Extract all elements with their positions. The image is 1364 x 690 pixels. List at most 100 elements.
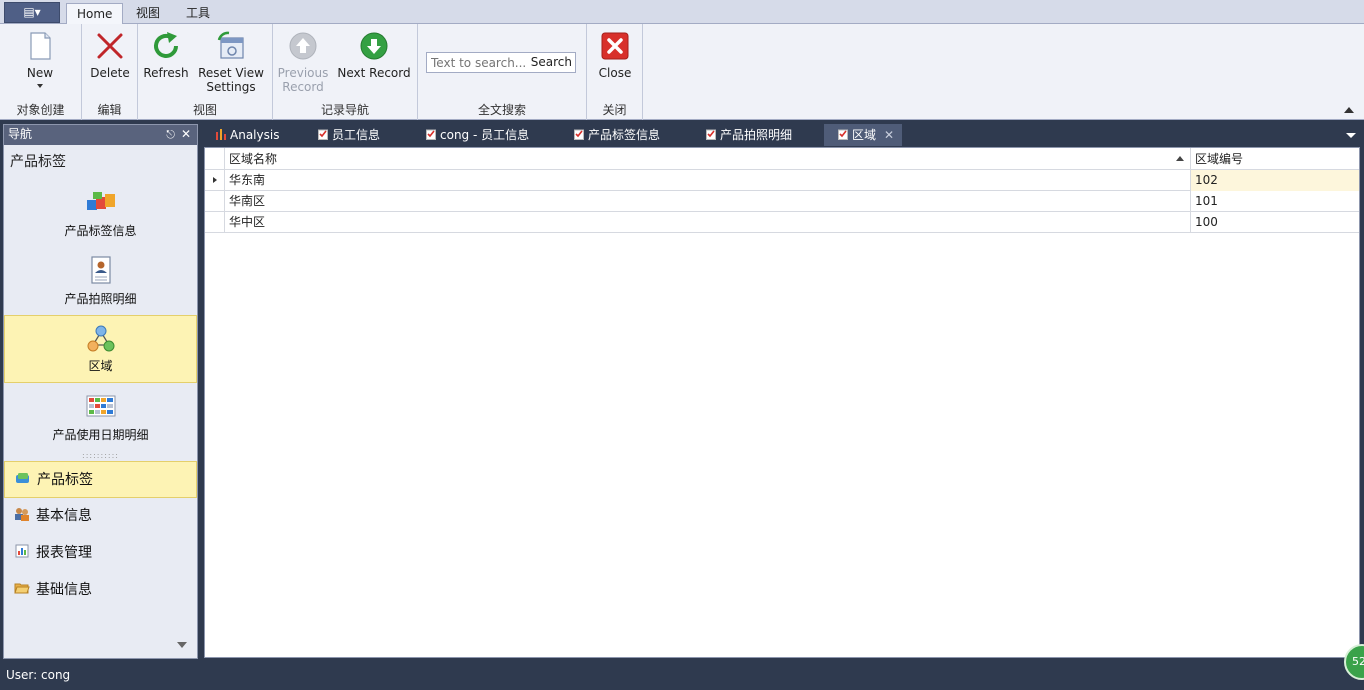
ribbon-tab-tools[interactable]: 工具: [176, 3, 220, 24]
cell-region-code[interactable]: 102: [1190, 170, 1359, 191]
doc-tab-label: 员工信息: [332, 128, 381, 142]
column-header-label: 区域名称: [229, 152, 278, 166]
doc-tab-employee-info[interactable]: 员工信息: [316, 124, 380, 146]
previous-record-button[interactable]: Previous Record: [277, 28, 329, 94]
search-button[interactable]: Search: [531, 54, 572, 71]
nav-group-title: 产品标签: [10, 154, 66, 170]
reset-view-icon: [217, 31, 244, 59]
chart-icon: [216, 129, 226, 140]
column-header-region-code[interactable]: 区域编号: [1190, 148, 1359, 170]
previous-record-label-line2: Record: [282, 80, 324, 94]
nav-group-label: 报表管理: [36, 545, 92, 561]
cell-region-name[interactable]: 华东南: [224, 170, 1190, 191]
table-row[interactable]: 华南区 101: [205, 191, 1359, 212]
group-edit: Delete 编辑: [82, 24, 138, 120]
cell-region-code[interactable]: 101: [1190, 191, 1359, 212]
doc-tab-label: 产品标签信息: [588, 128, 661, 142]
checklist-icon: [706, 129, 716, 140]
grid-header: 区域名称 区域编号: [205, 148, 1359, 170]
refresh-icon: [154, 32, 178, 58]
doc-tab-label: cong - 员工信息: [440, 128, 530, 142]
group-label: 关闭: [602, 103, 627, 117]
reset-view-settings-button[interactable]: Reset View Settings: [196, 28, 266, 94]
table-row[interactable]: 华东南 102: [205, 170, 1359, 191]
ribbon-tab-bar: ▤▾ Home 视图 工具: [0, 0, 1364, 25]
delete-label: Delete: [90, 66, 130, 80]
nav-item-region[interactable]: 区域: [4, 315, 197, 383]
reset-view-label-line1: Reset View: [198, 66, 264, 80]
nav-header: 导航 ⎋ ✕: [4, 125, 197, 145]
table-row[interactable]: 华中区 100: [205, 212, 1359, 233]
next-record-button[interactable]: Next Record: [335, 28, 413, 80]
column-header-label: 区域编号: [1195, 152, 1244, 166]
status-bar: User: cong: [0, 660, 1364, 690]
group-label: 对象创建: [16, 103, 65, 117]
doc-tab-cong-employee-info[interactable]: cong - 员工信息: [424, 124, 529, 146]
nav-group-label: 基本信息: [36, 508, 92, 524]
nav-group-label: 产品标签: [37, 472, 93, 488]
people-icon: [15, 508, 29, 521]
doc-tab-product-photo-detail[interactable]: 产品拍照明细: [704, 124, 792, 146]
ribbon-tab-home[interactable]: Home: [66, 3, 124, 25]
table-icon: [86, 395, 115, 417]
ribbon-tab-view[interactable]: 视图: [126, 3, 170, 24]
chevron-down-icon: [37, 84, 43, 88]
nav-overflow-chevron-icon[interactable]: [177, 642, 187, 648]
checklist-icon: [574, 129, 584, 140]
nav-group-foundation-info[interactable]: 基础信息: [4, 572, 197, 609]
folder-icon: [14, 583, 30, 594]
tag-icon: [16, 473, 29, 483]
doc-tab-analysis[interactable]: Analysis: [214, 124, 279, 146]
ribbon: New 对象创建 Delete 编辑 Refresh Reset View Se…: [0, 24, 1364, 120]
nav-item-label: 产品标签信息: [64, 224, 137, 238]
delete-x-icon: [97, 33, 123, 59]
new-document-icon: [30, 32, 51, 60]
collapse-ribbon-icon[interactable]: [1344, 107, 1354, 113]
group-label: 记录导航: [320, 103, 369, 117]
report-icon: [15, 544, 29, 558]
nav-item-product-photo-detail[interactable]: 产品拍照明细: [4, 247, 197, 315]
cell-region-code[interactable]: 100: [1190, 212, 1359, 233]
arrow-up-icon: [289, 32, 317, 60]
sort-ascending-icon: [1176, 156, 1184, 161]
nav-group-product-tag[interactable]: 产品标签: [4, 461, 197, 498]
data-grid: 区域名称 区域编号 华东南 102 华南区 101 华中区 100: [204, 147, 1360, 658]
checklist-icon: [426, 129, 436, 140]
group-close: Close 关闭: [587, 24, 643, 120]
column-header-region-name[interactable]: 区域名称: [224, 148, 1190, 170]
group-label: 全文搜索: [477, 103, 526, 117]
nav-item-label: 区域: [88, 359, 113, 373]
refresh-label: Refresh: [143, 66, 189, 80]
nav-item-product-tag-info[interactable]: 产品标签信息: [4, 179, 197, 247]
search-box: Search: [426, 52, 576, 73]
cubes-icon: [86, 192, 115, 210]
arrow-down-icon: [360, 32, 388, 60]
previous-record-label-line1: Previous: [277, 66, 329, 80]
nav-item-product-usage-date-detail[interactable]: 产品使用日期明细: [4, 383, 197, 451]
group-object-create: New 对象创建: [0, 24, 82, 120]
close-button[interactable]: Close: [593, 28, 637, 80]
nav-group-report-management[interactable]: 报表管理: [4, 535, 197, 572]
relations-icon: [87, 325, 114, 352]
delete-button[interactable]: Delete: [86, 28, 134, 80]
nav-item-label: 产品拍照明细: [64, 292, 137, 306]
doc-tab-product-tag-info[interactable]: 产品标签信息: [572, 124, 660, 146]
application-menu-button[interactable]: ▤▾: [4, 2, 60, 23]
cell-region-name[interactable]: 华中区: [224, 212, 1190, 233]
doc-tab-region[interactable]: 区域 ✕: [824, 124, 903, 146]
pin-icon[interactable]: ⎋: [166, 125, 175, 144]
close-tab-icon[interactable]: ✕: [884, 124, 894, 146]
new-label: New: [26, 66, 54, 80]
nav-splitter[interactable]: ::::::::::: [4, 451, 197, 461]
new-button[interactable]: New: [18, 28, 62, 88]
search-input[interactable]: [427, 53, 533, 72]
tab-list-chevron-icon[interactable]: [1346, 133, 1356, 138]
close-icon[interactable]: ✕: [181, 125, 191, 144]
refresh-button[interactable]: Refresh: [143, 28, 189, 80]
nav-group-label: 基础信息: [36, 582, 92, 598]
nav-group-basic-info[interactable]: 基本信息: [4, 498, 197, 535]
cell-region-name[interactable]: 华南区: [224, 191, 1190, 212]
doc-tab-label: 产品拍照明细: [720, 128, 793, 142]
status-user: User: cong: [6, 668, 71, 682]
group-record-navigation: Previous Record Next Record 记录导航: [273, 24, 418, 120]
